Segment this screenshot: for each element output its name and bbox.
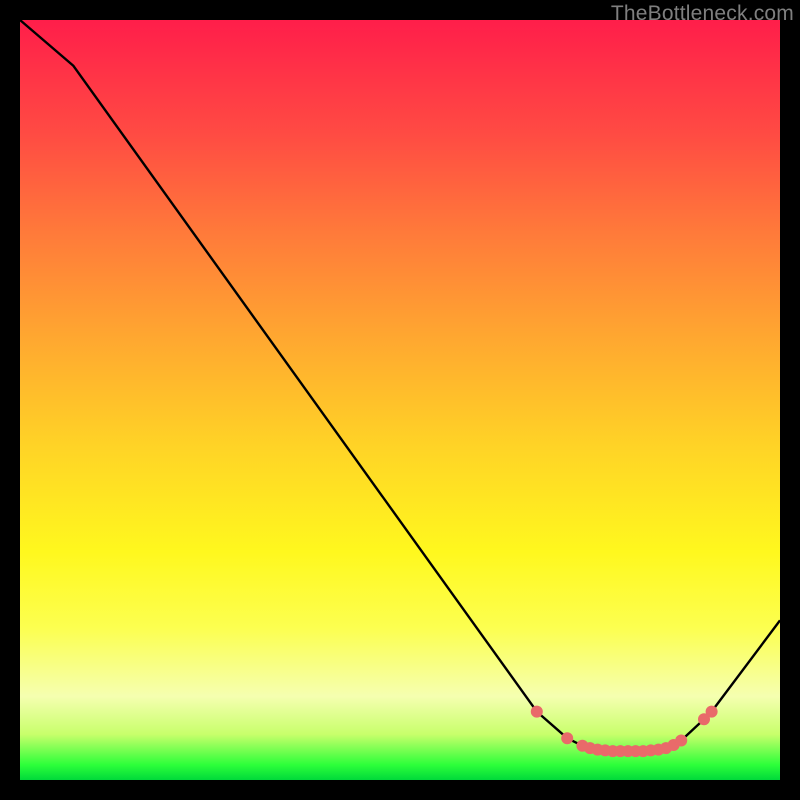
curve-path xyxy=(20,20,780,751)
marker-dot xyxy=(706,706,718,718)
marker-dot xyxy=(561,732,573,744)
chart-frame: TheBottleneck.com xyxy=(0,0,800,800)
marker-dot xyxy=(675,734,687,746)
chart-svg xyxy=(20,20,780,780)
plot-area xyxy=(20,20,780,780)
marker-dot xyxy=(531,706,543,718)
